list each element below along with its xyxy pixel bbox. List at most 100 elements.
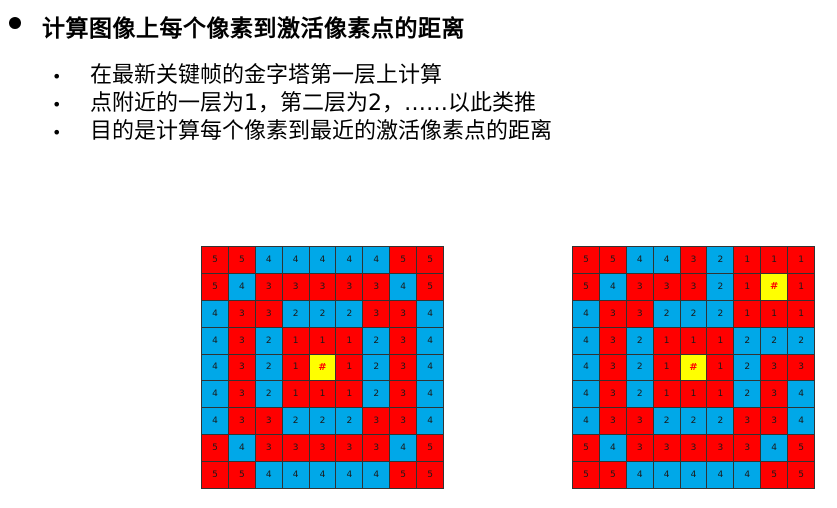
grid-cell: 4: [788, 381, 814, 408]
grid-cell: 1: [761, 300, 788, 327]
grid-cell: 3: [255, 300, 282, 327]
grid-cell: 4: [202, 408, 228, 435]
grid-cell: 1: [707, 381, 734, 408]
grid-cell: 1: [734, 247, 761, 273]
grid-cell: 1: [788, 247, 814, 273]
distance-grid-left: 5544444555433333454332223344321112344321…: [201, 246, 444, 489]
grid-cell: 4: [202, 300, 228, 327]
grid-cell: 3: [680, 247, 707, 273]
grid-cell: 4: [282, 462, 309, 488]
grid-cell: 3: [626, 300, 653, 327]
grid-cell: 2: [363, 354, 390, 381]
grid-cell: 4: [761, 435, 788, 462]
grid-cell: 2: [761, 327, 788, 354]
grid-cell: 3: [626, 408, 653, 435]
grid-cell: 4: [653, 462, 680, 488]
grid-cell: 4: [653, 247, 680, 273]
grid-cell: 4: [336, 462, 363, 488]
distance-grid-right: 5 5 4 4 3 2 1 1 1 5 4 3 3 3 2 1 #1 4 3 3 2 2 2 1 1 1 4 3 2 1 1 1 2 2 2 4 3 2 1…: [572, 246, 815, 489]
grid-cell: 3: [390, 354, 417, 381]
grid-cell: 5: [761, 462, 788, 488]
active-pixel-cell: #: [309, 354, 336, 381]
grid-cell: 4: [573, 300, 599, 327]
grid-cell: 2: [336, 300, 363, 327]
bullet-dot: •: [52, 123, 62, 142]
grid-cell: 4: [309, 247, 336, 273]
grid-cell: 3: [734, 408, 761, 435]
grid-cell: 4: [390, 273, 417, 300]
grid-cell: 3: [599, 381, 626, 408]
grid-cell: 5: [202, 462, 228, 488]
grid-cell: 2: [707, 408, 734, 435]
grid-cell: 5: [573, 247, 599, 273]
grid-cell: 3: [680, 435, 707, 462]
grid-cell: 2: [707, 247, 734, 273]
grid-cell: 1: [788, 300, 814, 327]
grid-cell: 5: [417, 435, 443, 462]
grid-cell: 1: [336, 381, 363, 408]
grid-cell: 5: [417, 462, 443, 488]
grid-cell: 3: [734, 435, 761, 462]
grid-cell: 3: [390, 408, 417, 435]
grid-cell: 4: [417, 327, 443, 354]
grid-cell: 1: [734, 273, 761, 300]
grid-cell: 3: [282, 435, 309, 462]
grid-cell: 4: [363, 462, 390, 488]
grid-cell: 3: [255, 435, 282, 462]
grid-cell: 1: [653, 381, 680, 408]
grid-cell: 4: [282, 247, 309, 273]
bullet-text: 目的是计算每个像素到最近的激活像素点的距离: [90, 119, 553, 144]
grid-cell: 5: [202, 435, 228, 462]
grid-cell: 3: [653, 273, 680, 300]
grid-cell: 5: [573, 435, 599, 462]
grid-cell: 2: [788, 327, 814, 354]
grid-cell: 3: [228, 381, 255, 408]
grid-cell: 2: [680, 408, 707, 435]
grid-cell: 2: [707, 273, 734, 300]
bullet-list: • 在最新关键帧的金字塔第一层上计算 • 点附近的一层为1，第二层为2，……以此类推…: [52, 62, 552, 146]
grid-cell: 2: [707, 300, 734, 327]
grid-cell: 4: [417, 408, 443, 435]
grid-cell: 3: [390, 327, 417, 354]
grid-cell: 4: [707, 462, 734, 488]
grid-cell: 2: [255, 354, 282, 381]
bullet-text: 点附近的一层为1，第二层为2，……以此类推: [90, 91, 536, 116]
grid-cell: 3: [390, 381, 417, 408]
grid-cell: 3: [599, 300, 626, 327]
grid-cell: 5: [417, 273, 443, 300]
grid-cell: 3: [336, 435, 363, 462]
grid-cell: 3: [788, 354, 814, 381]
grid-cell: 4: [202, 381, 228, 408]
grid-cell: 3: [761, 408, 788, 435]
grid-cell: 5: [573, 462, 599, 488]
grid-cell: 1: [309, 381, 336, 408]
grid-cell: 4: [255, 462, 282, 488]
grid-cell: 5: [599, 462, 626, 488]
title-bullet: [9, 17, 21, 29]
grid-cell: 3: [626, 435, 653, 462]
grid-cell: 3: [255, 408, 282, 435]
grid-cell: 1: [680, 327, 707, 354]
grid-cell: 2: [255, 327, 282, 354]
grid-cell: 1: [653, 354, 680, 381]
grid-cell: 2: [626, 381, 653, 408]
grid-cell: 5: [390, 462, 417, 488]
grid-cell: 3: [228, 327, 255, 354]
grid-cell: 5: [788, 435, 814, 462]
bullet-item: • 目的是计算每个像素到最近的激活像素点的距离: [52, 118, 552, 146]
grid-cell: 3: [255, 273, 282, 300]
grid-cell: 2: [680, 300, 707, 327]
grid-cell: 5: [599, 247, 626, 273]
grid-cell: 4: [417, 381, 443, 408]
grid-cell: 5: [228, 247, 255, 273]
grid-cell: 1: [788, 273, 814, 300]
grid-cell: 2: [309, 408, 336, 435]
grid-cell: 2: [734, 381, 761, 408]
grid-cell: 5: [417, 247, 443, 273]
grid-cell: 4: [228, 273, 255, 300]
grid-cell: 4: [363, 247, 390, 273]
grid-cell: 4: [390, 435, 417, 462]
grid-cell: 2: [626, 354, 653, 381]
grid-cell: 4: [573, 327, 599, 354]
bullet-dot: •: [52, 95, 62, 114]
